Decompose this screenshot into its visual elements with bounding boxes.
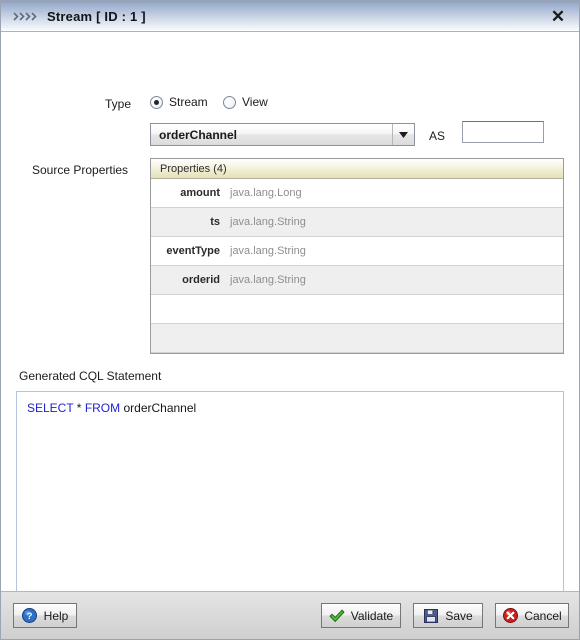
as-input[interactable] — [462, 121, 544, 143]
cql-statement-text: SELECT * FROM orderChannel — [27, 401, 553, 416]
radio-stream-indicator[interactable] — [150, 95, 163, 109]
property-name: amount — [180, 187, 220, 199]
property-type: java.lang.Long — [230, 187, 302, 199]
dialog-footer: ? Help Validate Save Cancel — [1, 591, 579, 639]
properties-table-header-label: Properties (4) — [160, 162, 227, 175]
property-name: eventType — [166, 245, 220, 257]
chevrons-icon — [12, 10, 38, 22]
radio-view[interactable]: View — [223, 95, 268, 109]
help-question-icon: ? — [22, 608, 38, 624]
radio-stream[interactable]: Stream — [150, 95, 208, 109]
source-properties-label: Source Properties — [32, 163, 129, 177]
properties-table-header: Properties (4) — [151, 159, 563, 179]
dialog-title: Stream [ ID : 1 ] — [47, 8, 146, 24]
property-type: java.lang.String — [230, 245, 306, 257]
cql-keyword: FROM — [84, 401, 121, 415]
cql-statement-label: Generated CQL Statement — [19, 369, 162, 383]
cql-keyword: SELECT — [27, 401, 74, 415]
table-row[interactable]: ts java.lang.String — [151, 208, 563, 237]
help-button-label: Help — [43, 608, 69, 623]
dialog-titlebar: Stream [ ID : 1 ] ✕ — [1, 1, 579, 32]
cancel-button[interactable]: Cancel — [495, 603, 569, 628]
cql-token: orderChannel — [120, 401, 197, 415]
save-button[interactable]: Save — [413, 603, 483, 628]
cql-statement-box[interactable]: SELECT * FROM orderChannel — [16, 391, 564, 605]
radio-view-label: View — [242, 95, 268, 109]
type-label: Type — [105, 97, 132, 111]
stream-select-value: orderChannel — [159, 127, 238, 142]
help-button[interactable]: ? Help — [13, 603, 77, 628]
table-row-empty — [151, 295, 563, 324]
properties-table: Properties (4) amount java.lang.Long ts … — [150, 158, 564, 354]
dialog-body: Type Stream View orderChannel AS Source … — [1, 32, 579, 605]
stream-dialog: Stream [ ID : 1 ] ✕ Type Stream View ord… — [0, 0, 580, 640]
radio-stream-label: Stream — [169, 95, 208, 109]
svg-text:?: ? — [27, 611, 33, 622]
property-name: orderid — [182, 274, 220, 286]
as-label: AS — [429, 129, 446, 143]
chevron-down-icon[interactable] — [392, 124, 414, 145]
red-x-circle-icon — [502, 608, 518, 624]
table-row-empty — [151, 324, 563, 353]
save-button-label: Save — [445, 608, 473, 623]
floppy-disk-icon — [423, 608, 439, 624]
stream-select[interactable]: orderChannel — [150, 123, 415, 146]
table-row[interactable]: amount java.lang.Long — [151, 179, 563, 208]
property-name: ts — [210, 216, 220, 228]
radio-view-indicator[interactable] — [223, 95, 236, 109]
validate-button[interactable]: Validate — [321, 603, 401, 628]
cql-token: * — [73, 401, 85, 415]
property-type: java.lang.String — [230, 274, 306, 286]
close-icon[interactable]: ✕ — [547, 5, 569, 27]
validate-button-label: Validate — [350, 608, 394, 623]
green-check-icon — [329, 608, 345, 624]
table-row[interactable]: eventType java.lang.String — [151, 237, 563, 266]
property-type: java.lang.String — [230, 216, 306, 228]
table-row[interactable]: orderid java.lang.String — [151, 266, 563, 295]
cancel-button-label: Cancel — [524, 608, 562, 623]
